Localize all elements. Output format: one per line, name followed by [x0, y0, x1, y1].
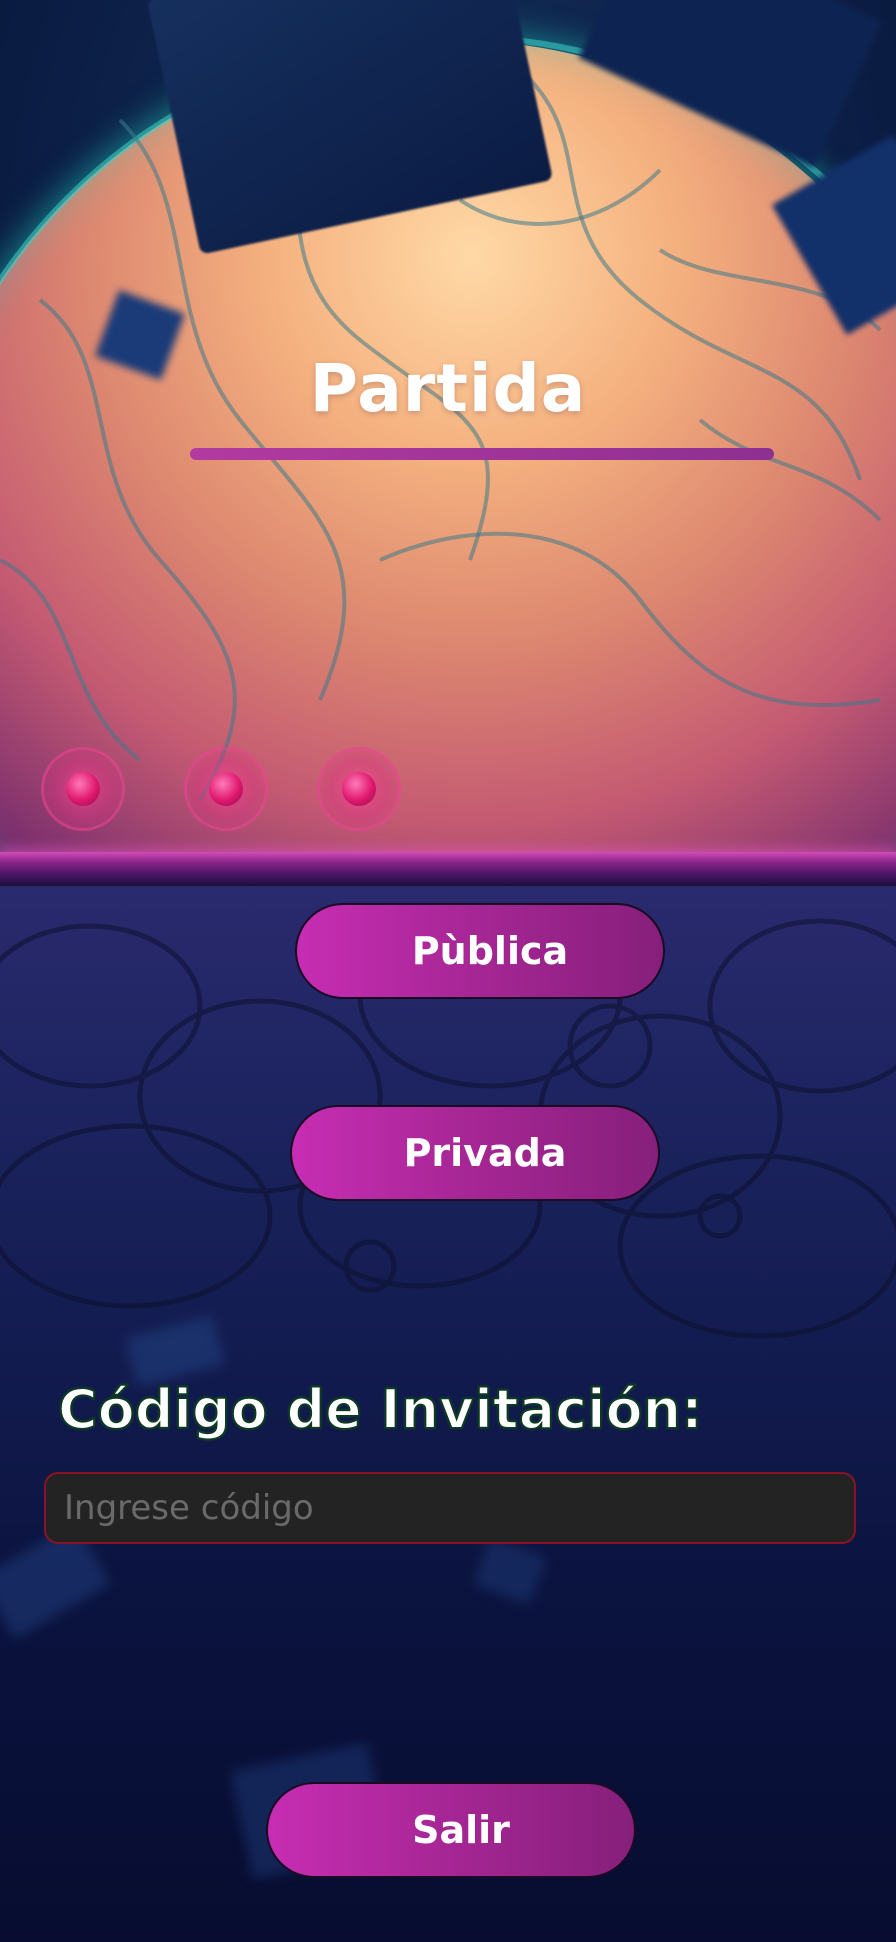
glowing-dot-icon	[317, 747, 401, 831]
glowing-dot-icon	[41, 747, 125, 831]
exit-button[interactable]: Salir	[266, 1782, 636, 1878]
private-match-button[interactable]: Privada	[290, 1105, 660, 1201]
page-title: Partida	[309, 350, 587, 427]
invitation-code-label: Código de Invitación:	[57, 1377, 704, 1442]
public-match-button[interactable]: Pùblica	[295, 903, 665, 999]
blur-decoration	[473, 1537, 547, 1605]
section-divider	[0, 852, 896, 886]
glowing-dot-icon	[184, 747, 268, 831]
app-screen: Partida Pùblica Privada Código de Invita…	[0, 0, 896, 1942]
title-underline	[190, 448, 774, 460]
invitation-code-input[interactable]	[44, 1472, 856, 1544]
header-background: Partida	[0, 0, 896, 860]
